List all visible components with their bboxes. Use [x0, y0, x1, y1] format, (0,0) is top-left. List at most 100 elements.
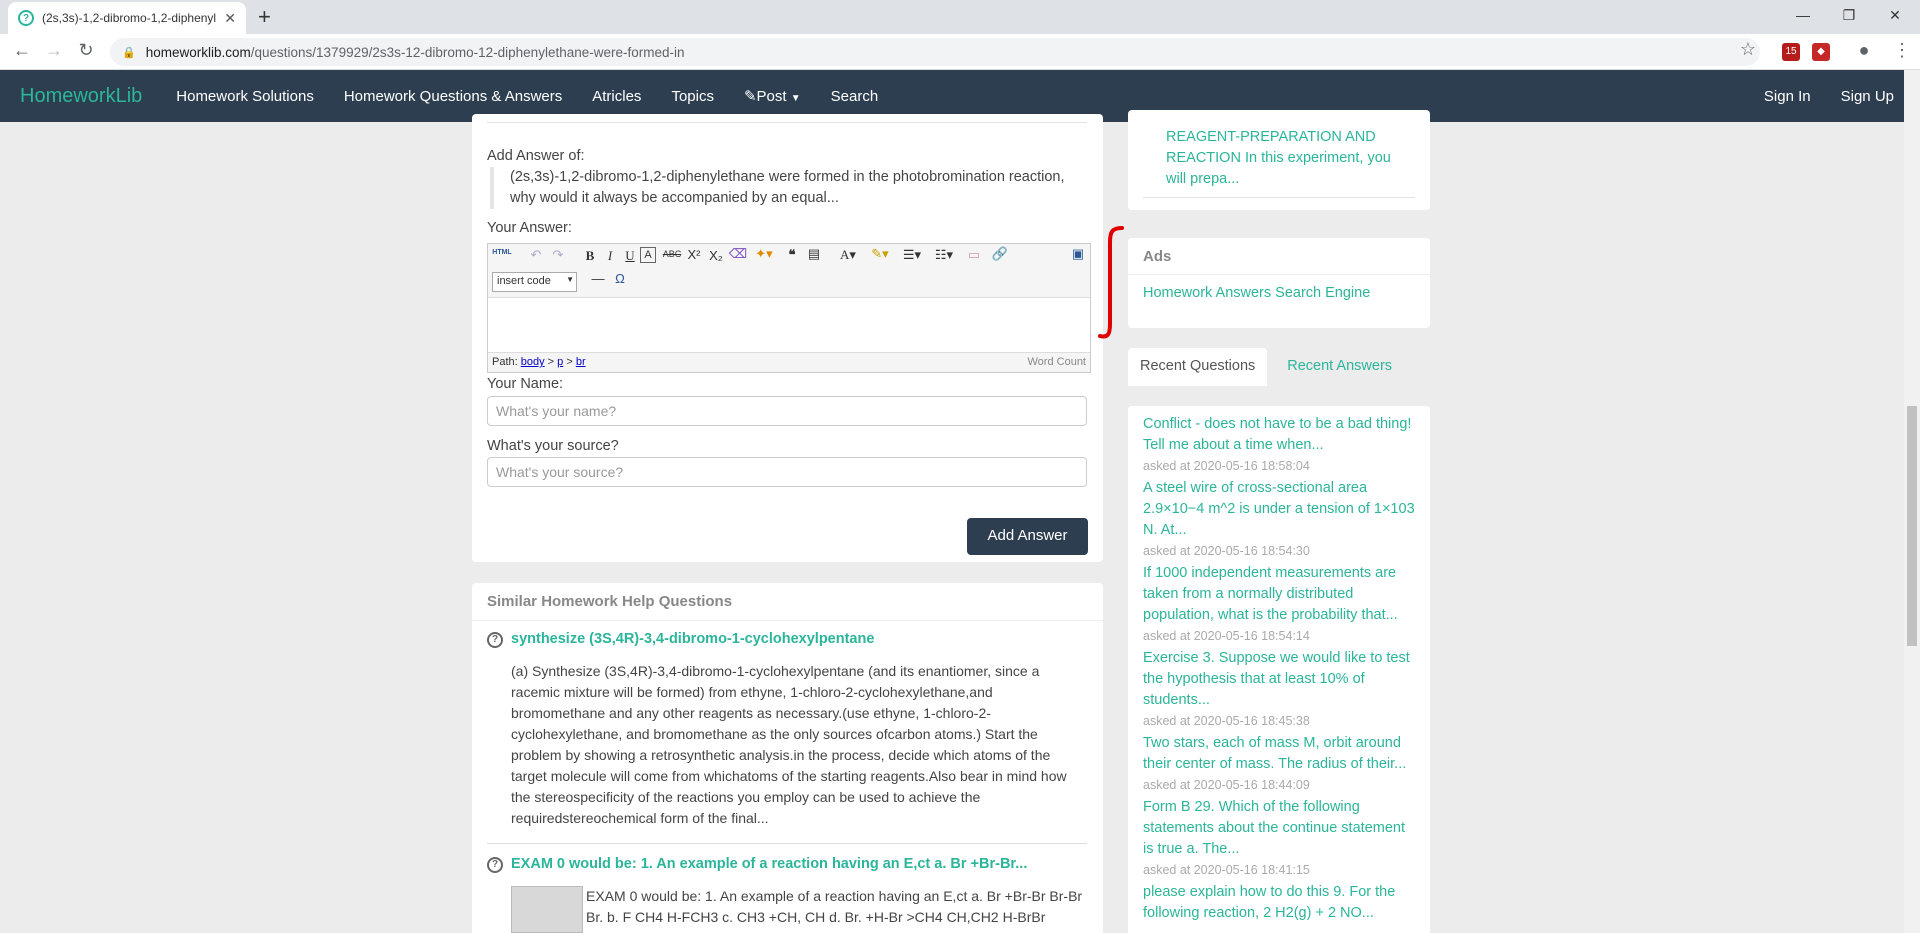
recent-question-time: asked at 2020-05-16 18:54:14 [1143, 629, 1310, 643]
bookmark-star-icon[interactable]: ☆ [1736, 39, 1760, 60]
recent-question-time: asked at 2020-05-16 18:45:38 [1143, 714, 1310, 728]
profile-icon[interactable]: ● [1852, 40, 1876, 61]
lock-icon: 🔒 [122, 46, 136, 59]
horizontal-rule-icon[interactable]: — [588, 271, 608, 286]
caret-down-icon: ▼ [790, 93, 801, 104]
strikethrough-icon[interactable]: ABC [662, 249, 682, 259]
nav-homework-solutions[interactable]: Homework Solutions [176, 88, 314, 105]
restore-icon[interactable]: ❐ [1826, 2, 1872, 28]
similar-heading: Similar Homework Help Questions [487, 593, 733, 610]
list-item: Form B 29. Which of the following statem… [1143, 797, 1418, 880]
nav-articles[interactable]: Atricles [592, 88, 641, 105]
list-item: A steel wire of cross-sectional area 2.9… [1143, 478, 1418, 561]
similar-question-body: (a) Synthesize (3S,4R)-3,4-dibromo-1-cyc… [511, 663, 1067, 826]
ordered-list-icon[interactable]: ☰▾ [902, 247, 922, 263]
blockquote-icon[interactable]: ❝ [782, 247, 802, 263]
item-divider [487, 843, 1087, 844]
shield-extension-icon[interactable]: ◆ [1812, 43, 1830, 61]
highlight-icon[interactable]: ✎▾ [870, 246, 890, 262]
brand-logo[interactable]: HomeworkLib [20, 85, 142, 108]
select-caret-icon: ▼ [566, 275, 574, 284]
nav-topics[interactable]: Topics [671, 88, 714, 105]
editor-text-area[interactable] [488, 298, 1090, 352]
snippet-divider [1143, 197, 1415, 198]
recent-question-time: asked at 2020-05-16 18:54:30 [1143, 544, 1310, 558]
add-answer-button[interactable]: Add Answer [967, 518, 1088, 555]
nav-questions-answers[interactable]: Homework Questions & Answers [344, 88, 562, 105]
back-icon[interactable]: ← [10, 40, 34, 61]
question-icon: ? [487, 857, 503, 873]
bold-icon[interactable]: B [580, 248, 600, 264]
recent-question-link[interactable]: Exercise 3. Suppose we would like to tes… [1143, 648, 1418, 711]
new-tab-icon[interactable]: + [258, 4, 271, 30]
recent-question-link[interactable]: Conflict - does not have to be a bad thi… [1143, 414, 1418, 456]
undo-icon[interactable]: ↶ [526, 247, 546, 263]
source-input[interactable]: What's your source? [487, 457, 1087, 487]
url-bar[interactable]: 🔒 homeworklib.com/questions/1379929/2s3s… [110, 38, 1760, 66]
recent-question-link[interactable]: Two stars, each of mass M, orbit around … [1143, 733, 1418, 775]
image-icon[interactable]: ▭ [964, 247, 984, 263]
word-count: Word Count [1027, 356, 1087, 368]
extension-badge-icon[interactable]: 15 [1782, 43, 1800, 61]
your-name-label: Your Name: [487, 376, 564, 392]
text-color-icon[interactable]: A▾ [838, 247, 858, 263]
italic-icon[interactable]: I [600, 248, 620, 264]
font-box-icon[interactable]: A [640, 247, 656, 263]
special-char-icon[interactable]: Ω [610, 271, 630, 286]
sign-in-link[interactable]: Sign In [1764, 88, 1811, 105]
recent-question-link[interactable]: A steel wire of cross-sectional area 2.9… [1143, 478, 1418, 541]
similar-question-title[interactable]: EXAM 0 would be: 1. An example of a reac… [511, 856, 1027, 872]
path-body-link[interactable]: body [521, 356, 545, 368]
forward-icon[interactable]: → [42, 40, 66, 61]
recent-question-time: asked at 2020-05-16 18:58:04 [1143, 459, 1310, 473]
red-bracket-annotation [1098, 226, 1124, 339]
format-wand-icon[interactable]: ✦▾ [754, 246, 774, 262]
superscript-icon[interactable]: X² [684, 247, 704, 262]
list-item: Exercise 3. Suppose we would like to tes… [1143, 648, 1418, 731]
path-br-link[interactable]: br [576, 356, 586, 368]
ads-link[interactable]: Homework Answers Search Engine [1143, 283, 1370, 304]
question-thumbnail[interactable] [511, 886, 583, 933]
path-p-link[interactable]: p [557, 356, 563, 368]
menu-icon[interactable]: ⋮ [1890, 40, 1914, 61]
eraser-icon[interactable]: ⌫ [728, 246, 748, 262]
subscript-icon[interactable]: X₂ [706, 248, 726, 263]
recent-questions-list: Conflict - does not have to be a bad thi… [1143, 414, 1418, 924]
add-answer-of-label: Add Answer of: [487, 148, 585, 164]
nav-post-dropdown[interactable]: ✎Post ▼ [744, 87, 801, 105]
editor-toolbar: HTML ↶ ↷ B I U A ABC X² X₂ ⌫ ✦▾ ❝ ▤ A▾ ✎… [488, 244, 1090, 298]
recent-tabs: Recent Questions Recent Answers [1128, 348, 1404, 386]
url-path: /questions/1379929/2s3s-12-dibromo-12-di… [250, 44, 685, 60]
redo-icon[interactable]: ↷ [548, 247, 568, 263]
sign-up-link[interactable]: Sign Up [1841, 88, 1894, 105]
tab-title: (2s,3s)-1,2-dibromo-1,2-diphenyl [42, 11, 217, 25]
unordered-list-icon[interactable]: ☷▾ [934, 247, 954, 263]
close-tab-icon[interactable]: ✕ [224, 10, 236, 27]
card-divider [487, 122, 1087, 123]
close-window-icon[interactable]: ✕ [1872, 2, 1918, 28]
sidebar-snippet-link[interactable]: REAGENT-PREPARATION AND REACTION In this… [1166, 127, 1406, 190]
html-source-icon[interactable]: HTML [492, 249, 512, 256]
minimize-icon[interactable]: — [1780, 2, 1826, 28]
recent-question-link[interactable]: Form B 29. Which of the following statem… [1143, 797, 1418, 860]
browser-tab[interactable]: ? (2s,3s)-1,2-dibromo-1,2-diphenyl ✕ [8, 2, 246, 34]
similar-divider [472, 620, 1103, 621]
paste-icon[interactable]: ▤ [804, 246, 824, 262]
similar-question-title[interactable]: synthesize (3S,4R)-3,4-dibromo-1-cyclohe… [511, 631, 874, 647]
tab-recent-answers[interactable]: Recent Answers [1275, 348, 1404, 386]
fullscreen-icon[interactable]: ▣ [1068, 246, 1088, 262]
name-input[interactable]: What's your name? [487, 396, 1087, 426]
recent-question-link[interactable]: If 1000 independent measurements are tak… [1143, 563, 1418, 626]
reload-icon[interactable]: ↻ [74, 40, 98, 61]
rich-text-editor: HTML ↶ ↷ B I U A ABC X² X₂ ⌫ ✦▾ ❝ ▤ A▾ ✎… [487, 243, 1091, 373]
path-label: Path: [492, 356, 518, 368]
underline-icon[interactable]: U [620, 248, 640, 264]
nav-search[interactable]: Search [831, 88, 879, 105]
insert-code-select[interactable]: insert code ▼ [492, 272, 577, 292]
scrollbar-thumb[interactable] [1907, 406, 1917, 646]
similar-question-body: EXAM 0 would be: 1. An example of a reac… [586, 888, 1083, 925]
link-icon[interactable]: 🔗 [990, 246, 1010, 262]
nav-post-label: Post [756, 88, 787, 105]
recent-question-link[interactable]: please explain how to do this 9. For the… [1143, 882, 1418, 924]
tab-recent-questions[interactable]: Recent Questions [1128, 348, 1268, 386]
